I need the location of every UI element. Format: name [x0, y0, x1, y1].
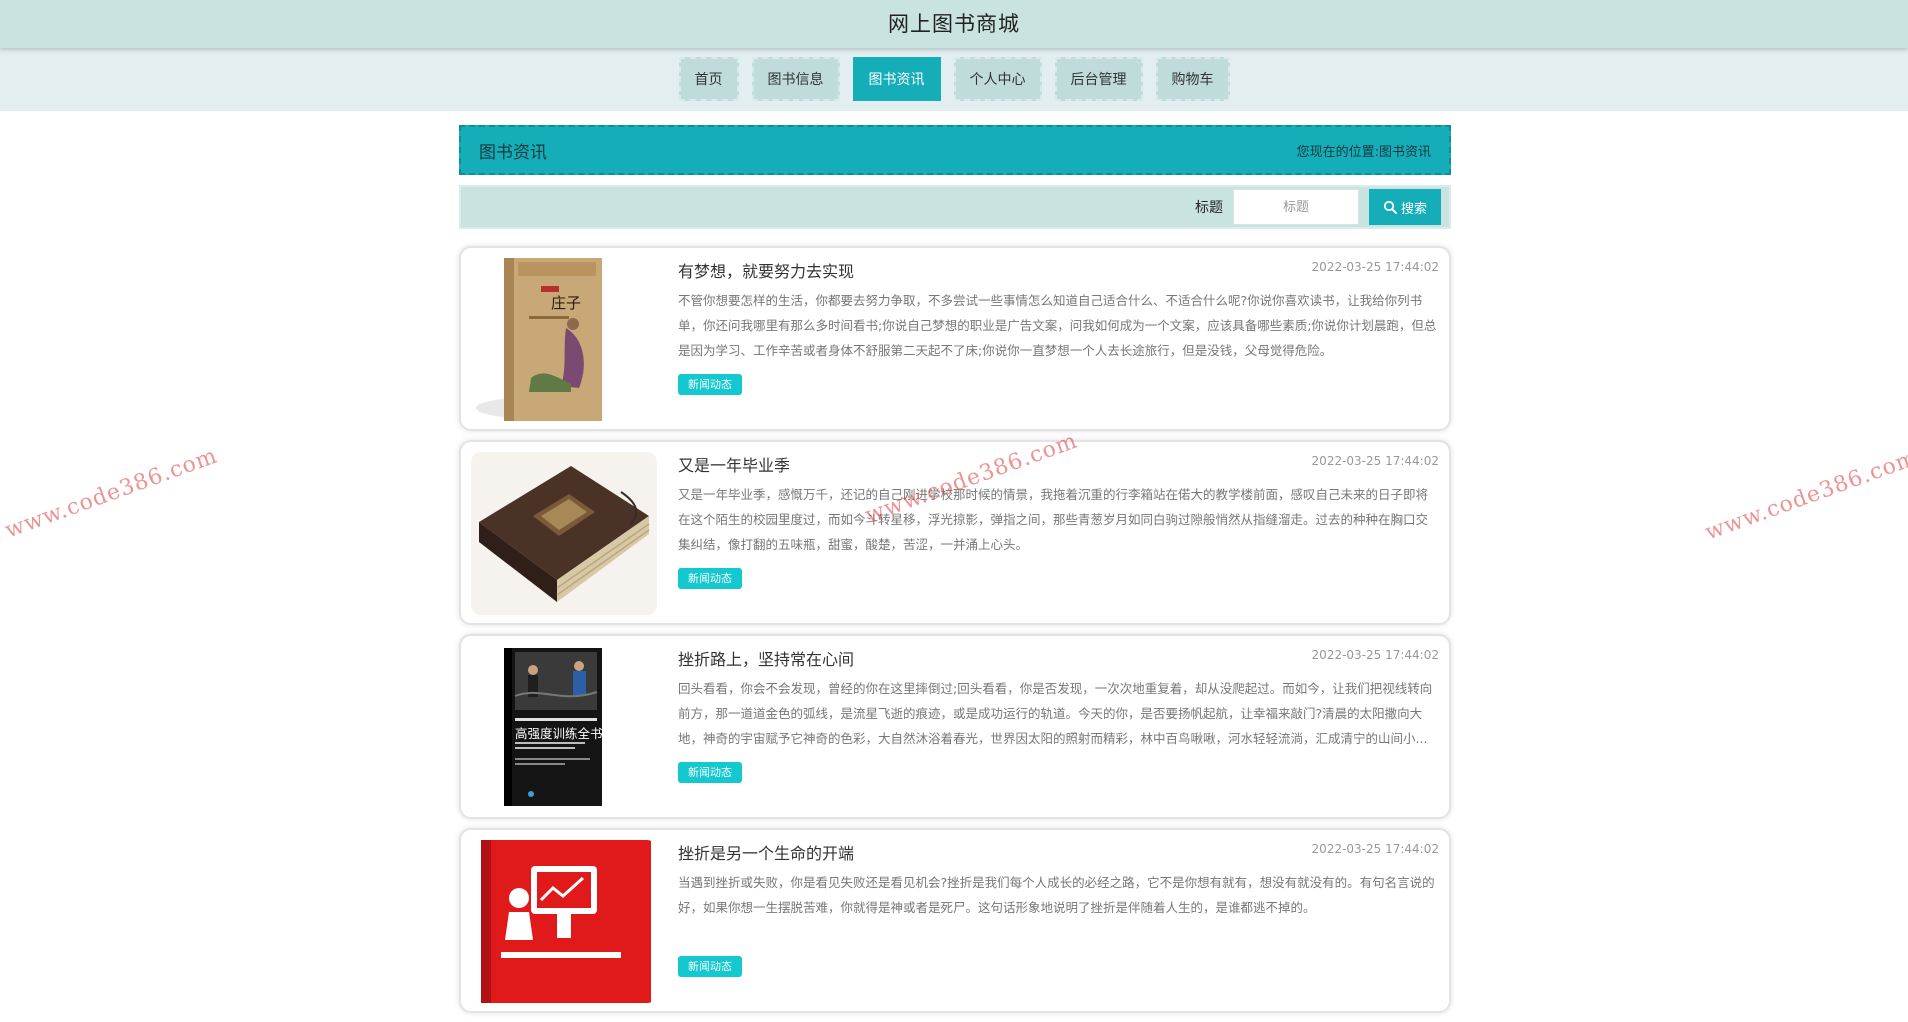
leather-book-image: [471, 452, 657, 615]
news-list: 庄子 有梦想，就要努力去实现 2022-03-25 17:44:02 不管你想要…: [459, 246, 1451, 1013]
news-tag[interactable]: 新闻动态: [678, 762, 742, 783]
news-summary: 不管你想要怎样的生活，你都要去努力争取，不多尝试一些事情怎么知道自己适合什么、不…: [678, 293, 1437, 358]
news-title[interactable]: 挫折是另一个生命的开端: [678, 840, 854, 864]
news-card[interactable]: 高强度训练全书 挫折路上，坚持常在心间 2022-03-25 17:44:02 …: [459, 634, 1451, 819]
news-card[interactable]: 挫折是另一个生命的开端 2022-03-25 17:44:02 当遇到挫折或失败…: [459, 828, 1451, 1013]
search-title-input[interactable]: [1233, 189, 1359, 225]
nav-cart[interactable]: 购物车: [1155, 57, 1230, 101]
news-tag[interactable]: 新闻动态: [678, 568, 742, 589]
news-thumbnail[interactable]: 高强度训练全书: [471, 646, 657, 809]
watermark-right: www.code386.com: [1702, 445, 1908, 546]
nav-cart-label: 购物车: [1171, 72, 1214, 88]
news-summary: 回头看看，你会不会发现，曾经的你在这里摔倒过;回头看看，你是否发现，一次次地重复…: [678, 681, 1433, 746]
search-icon: [1383, 200, 1397, 214]
nav-book-news[interactable]: 图书资讯: [852, 57, 941, 101]
news-time: 2022-03-25 17:44:02: [1311, 648, 1439, 662]
nav-book-news-label: 图书资讯: [868, 72, 925, 88]
search-bar: 标题 搜索: [459, 185, 1451, 229]
news-time: 2022-03-25 17:44:02: [1311, 842, 1439, 856]
breadcrumb-current[interactable]: 图书资讯: [1379, 145, 1431, 160]
page-header: 图书资讯 您现在的位置:图书资讯: [459, 125, 1451, 175]
nav-book-info[interactable]: 图书信息: [751, 57, 840, 101]
news-title[interactable]: 有梦想，就要努力去实现: [678, 258, 854, 282]
search-button-label: 搜索: [1400, 201, 1427, 217]
site-title: 网上图书商城: [888, 12, 1020, 36]
nav-admin[interactable]: 后台管理: [1054, 57, 1143, 101]
nav-home[interactable]: 首页: [678, 57, 739, 101]
breadcrumb: 您现在的位置:图书资讯: [1297, 141, 1431, 160]
nav-band: 首页 图书信息 图书资讯 个人中心 后台管理 购物车: [0, 48, 1908, 111]
news-thumbnail[interactable]: [471, 840, 657, 1003]
news-card[interactable]: 庄子 有梦想，就要努力去实现 2022-03-25 17:44:02 不管你想要…: [459, 246, 1451, 431]
news-thumbnail[interactable]: [471, 452, 657, 615]
news-summary: 当遇到挫折或失败，你是看见失败还是看见机会?挫折是我们每个人成长的必经之路，它不…: [678, 875, 1435, 915]
news-thumbnail[interactable]: 庄子: [471, 258, 657, 421]
nav-home-label: 首页: [694, 72, 723, 88]
thumbnail-text: 高强度训练全书: [515, 726, 603, 741]
news-time: 2022-03-25 17:44:02: [1311, 260, 1439, 274]
book-cover-zhuangzi-image: [471, 258, 657, 421]
nav-personal-center[interactable]: 个人中心: [953, 57, 1042, 101]
main-nav: 首页 图书信息 图书资讯 个人中心 后台管理 购物车: [0, 57, 1908, 103]
news-tag[interactable]: 新闻动态: [678, 374, 742, 395]
news-title[interactable]: 又是一年毕业季: [678, 452, 790, 476]
search-title-label: 标题: [1195, 200, 1223, 216]
news-title[interactable]: 挫折路上，坚持常在心间: [678, 646, 854, 670]
book-cover-red-image: [471, 840, 657, 1003]
page-title: 图书资讯: [479, 142, 547, 163]
breadcrumb-label: 您现在的位置:: [1296, 144, 1379, 160]
news-tag[interactable]: 新闻动态: [678, 956, 742, 977]
watermark-left: www.code386.com: [2, 443, 222, 544]
thumbnail-text: 庄子: [551, 294, 582, 312]
news-time: 2022-03-25 17:44:02: [1311, 454, 1439, 468]
top-header: 网上图书商城: [0, 0, 1908, 48]
news-summary: 又是一年毕业季，感慨万千，还记的自己刚进学校那时候的情景，我拖着沉重的行李箱站在…: [678, 487, 1429, 552]
nav-admin-label: 后台管理: [1070, 72, 1127, 88]
main-content: 图书资讯 您现在的位置:图书资讯 标题 搜索: [459, 125, 1451, 1022]
search-button[interactable]: 搜索: [1369, 189, 1441, 225]
news-card[interactable]: 又是一年毕业季 2022-03-25 17:44:02 又是一年毕业季，感慨万千…: [459, 440, 1451, 625]
nav-book-info-label: 图书信息: [767, 72, 824, 88]
nav-personal-center-label: 个人中心: [969, 72, 1026, 88]
